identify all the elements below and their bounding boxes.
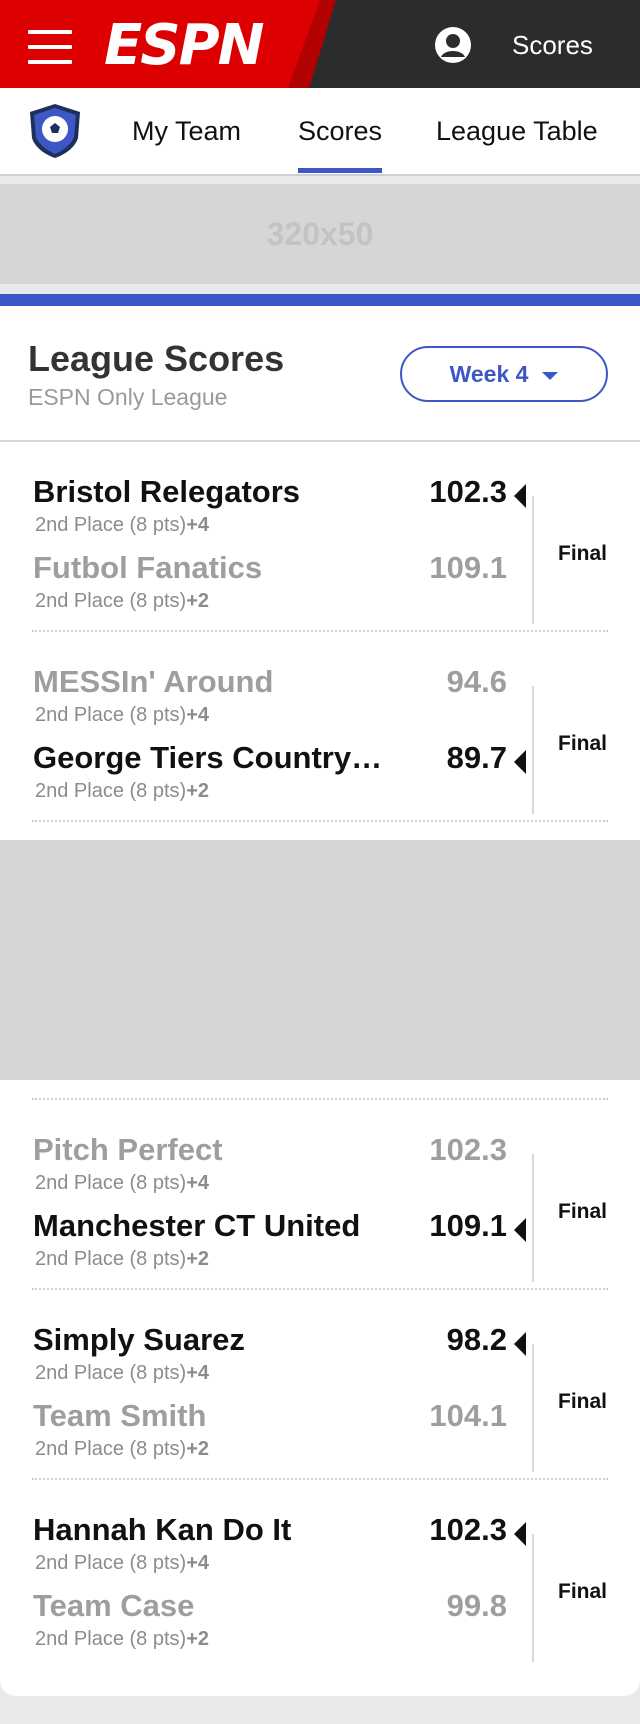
team-score: 89.7	[446, 740, 507, 775]
game-status: Final	[558, 1390, 608, 1413]
divider	[0, 440, 640, 442]
ad-banner[interactable]: 320x50	[0, 184, 640, 284]
team-score: 109.1	[429, 550, 507, 585]
team-name: Futbol Fanatics	[33, 550, 263, 585]
team-name: George Tiers Country…	[33, 740, 383, 775]
team-row[interactable]: Team Smith 104.1 2nd Place (8 pts)+2	[32, 1398, 512, 1474]
team-score: 104.1	[429, 1398, 507, 1433]
team-standing: 2nd Place (8 pts)+4	[35, 1172, 210, 1194]
team-row[interactable]: Futbol Fanatics 109.1 2nd Place (8 pts)+…	[32, 550, 512, 626]
team-name: Manchester CT United	[33, 1208, 361, 1243]
divider	[32, 1288, 608, 1290]
winner-indicator-icon	[514, 1522, 526, 1546]
team-name: Simply Suarez	[33, 1322, 245, 1357]
team-standing: 2nd Place (8 pts)+2	[35, 1248, 210, 1270]
ad-placeholder[interactable]	[0, 840, 640, 1080]
team-row[interactable]: Team Case 99.8 2nd Place (8 pts)+2	[32, 1588, 512, 1664]
team-standing: 2nd Place (8 pts)+4	[35, 514, 210, 536]
matchup-card[interactable]: MESSIn' Around 94.6 2nd Place (8 pts)+4 …	[0, 656, 640, 846]
game-status: Final	[558, 542, 608, 565]
team-standing: 2nd Place (8 pts)+2	[35, 1438, 210, 1460]
menu-icon[interactable]	[28, 30, 72, 64]
winner-indicator-icon	[514, 750, 526, 774]
divider	[32, 820, 608, 822]
team-score: 102.3	[429, 1132, 507, 1167]
top-bar: ESPN Scores	[0, 0, 640, 88]
separator	[532, 686, 534, 814]
winner-indicator-icon	[514, 484, 526, 508]
league-scores-card: League Scores ESPN Only League Week 4 Br…	[0, 306, 640, 1696]
team-score: 109.1	[429, 1208, 507, 1243]
team-standing: 2nd Place (8 pts)+4	[35, 1552, 210, 1574]
team-name: Hannah Kan Do It	[33, 1512, 292, 1547]
team-standing: 2nd Place (8 pts)+4	[35, 1362, 210, 1384]
matchup-card[interactable]: Pitch Perfect 102.3 2nd Place (8 pts)+4 …	[0, 1124, 640, 1314]
league-name: ESPN Only League	[28, 384, 228, 410]
team-row[interactable]: Hannah Kan Do It 102.3 2nd Place (8 pts)…	[32, 1512, 526, 1588]
espn-logo[interactable]: ESPN	[104, 18, 264, 74]
team-standing: 2nd Place (8 pts)+2	[35, 780, 210, 802]
team-name: MESSIn' Around	[33, 664, 274, 699]
winner-indicator-icon	[514, 1218, 526, 1242]
matchup-card[interactable]: Hannah Kan Do It 102.3 2nd Place (8 pts)…	[0, 1504, 640, 1694]
team-score: 98.2	[446, 1322, 507, 1357]
page-title: League Scores	[28, 338, 285, 379]
team-standing: 2nd Place (8 pts)+2	[35, 590, 210, 612]
week-label: Week 4	[449, 360, 529, 387]
team-name: Team Smith	[33, 1398, 207, 1433]
caret-down-icon	[542, 372, 559, 380]
team-score: 102.3	[429, 1512, 507, 1547]
team-row[interactable]: MESSIn' Around 94.6 2nd Place (8 pts)+4	[32, 664, 512, 740]
game-status: Final	[558, 1200, 608, 1223]
sub-nav: My Team Scores League Table	[0, 88, 640, 176]
team-standing: 2nd Place (8 pts)+4	[35, 704, 210, 726]
team-score: 102.3	[429, 474, 507, 509]
accent-strip	[0, 294, 640, 306]
team-row[interactable]: Pitch Perfect 102.3 2nd Place (8 pts)+4	[32, 1132, 512, 1208]
tab-my-team[interactable]: My Team	[132, 116, 241, 147]
separator	[532, 1154, 534, 1282]
separator	[532, 496, 534, 624]
game-status: Final	[558, 1580, 608, 1603]
team-name: Bristol Relegators	[33, 474, 301, 509]
divider	[32, 1098, 608, 1100]
team-name: Team Case	[33, 1588, 195, 1623]
matchup-card[interactable]: Bristol Relegators 102.3 2nd Place (8 pt…	[0, 466, 640, 656]
winner-indicator-icon	[514, 1332, 526, 1356]
soccer-shield-icon[interactable]	[26, 102, 84, 160]
separator	[532, 1344, 534, 1472]
team-score: 99.8	[446, 1588, 507, 1623]
week-selector[interactable]: Week 4	[400, 346, 608, 402]
team-standing: 2nd Place (8 pts)+2	[35, 1628, 210, 1650]
team-row[interactable]: George Tiers Country… 89.7 2nd Place (8 …	[32, 740, 526, 816]
team-row[interactable]: Bristol Relegators 102.3 2nd Place (8 pt…	[32, 474, 526, 550]
divider	[32, 1478, 608, 1480]
game-status: Final	[558, 732, 608, 755]
matchup-card[interactable]: Simply Suarez 98.2 2nd Place (8 pts)+4 T…	[0, 1314, 640, 1504]
team-score: 94.6	[446, 664, 507, 699]
header-scores-link[interactable]: Scores	[512, 30, 593, 61]
divider	[32, 630, 608, 632]
team-row[interactable]: Manchester CT United 109.1 2nd Place (8 …	[32, 1208, 526, 1284]
team-row[interactable]: Simply Suarez 98.2 2nd Place (8 pts)+4	[32, 1322, 526, 1398]
tab-league-table[interactable]: League Table	[436, 116, 598, 147]
team-name: Pitch Perfect	[33, 1132, 223, 1167]
tab-scores[interactable]: Scores	[298, 116, 383, 173]
separator	[532, 1534, 534, 1662]
user-profile-icon[interactable]	[434, 26, 472, 64]
